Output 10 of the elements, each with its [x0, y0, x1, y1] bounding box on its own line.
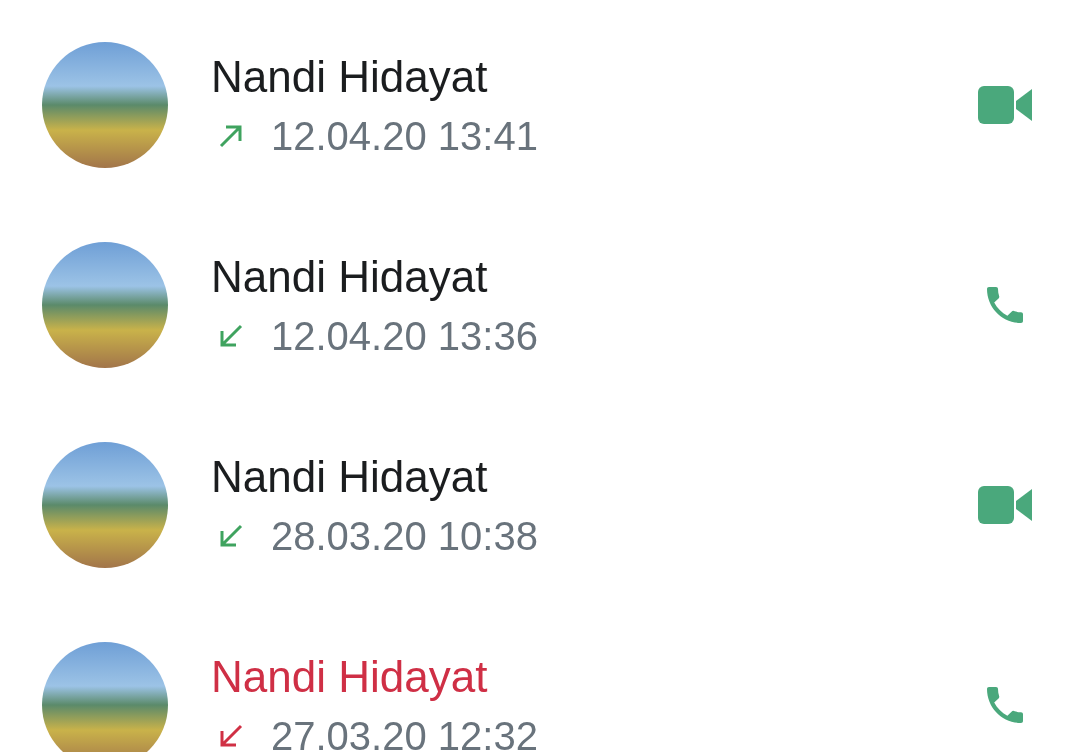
- video-camera-icon: [978, 486, 1032, 524]
- call-time: 28.03.20 10:38: [271, 513, 538, 560]
- call-time: 12.04.20 13:41: [271, 113, 538, 160]
- call-time: 12.04.20 13:36: [271, 313, 538, 360]
- contact-name: Nandi Hidayat: [211, 651, 489, 703]
- video-camera-icon: [978, 86, 1032, 124]
- contact-name: Nandi Hidayat: [211, 51, 489, 103]
- call-time: 27.03.20 12:32: [271, 713, 538, 752]
- contact-name: Nandi Hidayat: [211, 251, 489, 303]
- contact-name: Nandi Hidayat: [211, 451, 489, 503]
